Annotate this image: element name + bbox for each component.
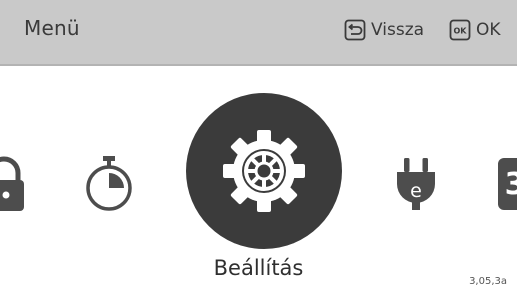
menu-item-settings-selected[interactable] bbox=[186, 93, 342, 249]
timer-icon bbox=[86, 156, 132, 211]
energy-plug-icon: e bbox=[397, 158, 435, 210]
ok-key-text: OK bbox=[454, 27, 468, 36]
ok-label: OK bbox=[476, 20, 501, 40]
selected-item-label: Beállítás bbox=[213, 256, 304, 280]
number-3-text: 3 bbox=[505, 167, 517, 202]
lock-icon bbox=[0, 156, 24, 211]
menu-screen: Menü Vissza OK OK e 3 Beállítás 3,05,3a bbox=[0, 0, 517, 298]
page-title: Menü bbox=[24, 16, 80, 40]
menu-item-timer[interactable] bbox=[83, 154, 135, 214]
ok-button[interactable]: OK OK bbox=[449, 18, 501, 42]
screen-code: 3,05,3a bbox=[469, 276, 507, 287]
number-3-icon: 3 bbox=[498, 158, 517, 210]
back-label: Vissza bbox=[371, 20, 425, 40]
gear-icon bbox=[223, 130, 305, 212]
menu-item-energy[interactable]: e bbox=[388, 154, 444, 214]
energy-plug-letter: e bbox=[410, 180, 422, 202]
back-button[interactable]: Vissza bbox=[344, 18, 424, 42]
menu-item-lock[interactable] bbox=[0, 153, 26, 213]
menu-header: Menü Vissza OK OK bbox=[0, 0, 517, 66]
ok-key-icon: OK bbox=[449, 19, 471, 41]
menu-item-3[interactable]: 3 bbox=[494, 158, 517, 214]
return-icon bbox=[344, 19, 366, 41]
